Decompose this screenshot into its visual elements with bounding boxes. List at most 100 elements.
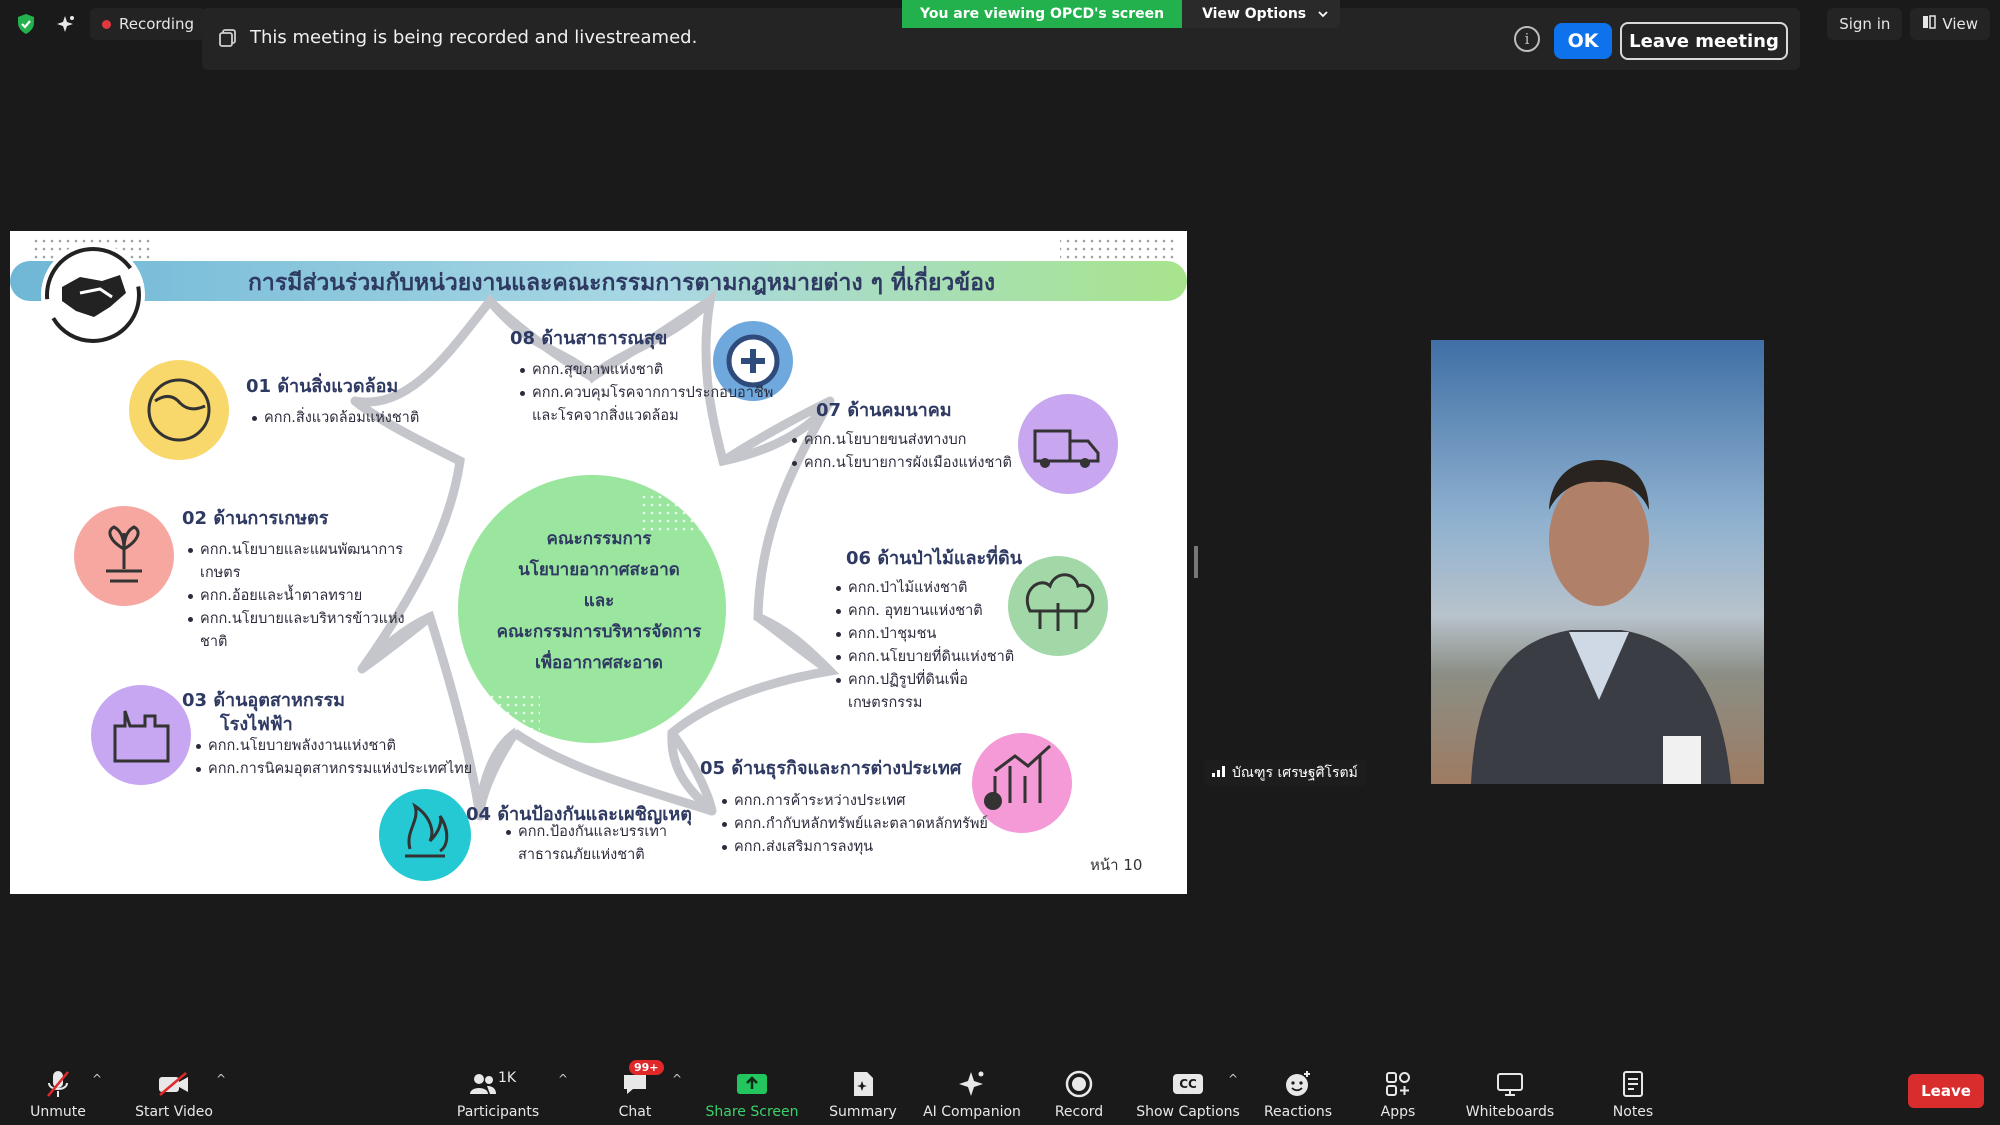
record-label: Record: [1054, 1104, 1104, 1120]
sign-in-button[interactable]: Sign in: [1827, 8, 1903, 40]
info-icon[interactable]: i: [1514, 26, 1540, 52]
captions-cc-icon: CC: [1173, 1068, 1203, 1100]
ai-companion-button[interactable]: AI Companion: [922, 1060, 1022, 1120]
chat-chevron-icon[interactable]: ^: [672, 1072, 682, 1086]
recording-indicator[interactable]: Recording: [90, 8, 207, 40]
banner-text: This meeting is being recorded and lives…: [250, 27, 698, 48]
apps-icon: [1385, 1068, 1411, 1100]
chat-label: Chat: [618, 1104, 652, 1120]
view-button[interactable]: View: [1910, 8, 1990, 40]
category-08-list: คกก.สุขภาพแห่งชาติ คกก.ควบคุมโรคจากการปร…: [520, 359, 790, 428]
mic-muted-icon: [45, 1068, 71, 1100]
reactions-label: Reactions: [1263, 1104, 1333, 1120]
top-left-controls: Recording: [10, 8, 207, 40]
category-02-title: 02 ด้านการเกษตร: [182, 508, 329, 529]
unmute-label: Unmute: [30, 1104, 86, 1120]
reactions-smiley-icon: [1284, 1068, 1312, 1100]
ok-button[interactable]: OK: [1554, 23, 1612, 59]
ai-companion-label: AI Companion: [923, 1104, 1021, 1120]
speaker-name: บัณฑูร เศรษฐศิโรตม์: [1232, 765, 1358, 781]
security-shield-icon[interactable]: [10, 8, 42, 40]
list-item: คกก.สุขภาพแห่งชาติ: [520, 359, 790, 382]
list-item: คกก.นโยบายขนส่งทางบก: [792, 429, 1012, 452]
chat-icon: 99+: [615, 1060, 664, 1100]
center-line: และ: [583, 591, 615, 611]
category-04-list: คกก.ป้องกันและบรรเทาสาธารณภัยแห่งชาติ: [506, 821, 686, 867]
show-captions-label: Show Captions: [1136, 1104, 1240, 1120]
whiteboard-icon: [1496, 1068, 1524, 1100]
category-02-list: คกก.นโยบายและแผนพัฒนาการเกษตร คกก.อ้อยแล…: [188, 539, 408, 654]
summary-button[interactable]: Summary: [828, 1060, 898, 1120]
show-captions-button[interactable]: CC Show Captions: [1136, 1060, 1240, 1120]
category-03-list: คกก.นโยบายพลังงานแห่งชาติ คกก.การนิคมอุต…: [196, 735, 472, 781]
video-off-icon: [157, 1068, 191, 1100]
panel-splitter-handle[interactable]: [1194, 546, 1198, 578]
whiteboards-button[interactable]: Whiteboards: [1466, 1060, 1554, 1120]
list-item: คกก.อ้อยและน้ำตาลทราย: [188, 585, 408, 608]
video-options-chevron-icon[interactable]: ^: [216, 1072, 226, 1086]
notes-button[interactable]: Notes: [1610, 1060, 1656, 1120]
list-item: คกก.ป่าไม้แห่งชาติ: [836, 577, 1036, 600]
center-line: คณะกรรมการ: [546, 529, 652, 549]
category-07-title: 07 ด้านคมนาคม: [816, 400, 952, 421]
leave-meeting-button[interactable]: Leave meeting: [1620, 22, 1788, 60]
reactions-button[interactable]: Reactions: [1264, 1060, 1332, 1120]
speaker-video-image: [1431, 340, 1764, 784]
list-item: คกก.การนิคมอุตสาหกรรมแห่งประเทศไทย: [196, 758, 472, 781]
chevron-down-icon: [1318, 6, 1328, 22]
record-icon: [1065, 1068, 1093, 1100]
participants-icon: 1K: [468, 1068, 528, 1100]
speaker-video-tile[interactable]: [1431, 340, 1764, 784]
participants-button[interactable]: 1K Participants: [456, 1060, 540, 1120]
summary-icon: [851, 1068, 875, 1100]
share-screen-button[interactable]: Share Screen: [706, 1060, 799, 1120]
list-item: คกก.ป้องกันและบรรเทาสาธารณภัยแห่งชาติ: [506, 821, 686, 867]
view-options-label: View Options: [1202, 6, 1307, 22]
record-button[interactable]: Record: [1054, 1060, 1104, 1120]
list-item: คกก.นโยบายที่ดินแห่งชาติ: [836, 646, 1036, 669]
view-label: View: [1942, 15, 1978, 33]
view-layout-icon: [1922, 15, 1937, 33]
copy-icon: [218, 28, 238, 52]
slide-page-number: หน้า 10: [1090, 856, 1143, 874]
leave-button[interactable]: Leave: [1908, 1074, 1984, 1108]
slide-title: การมีส่วนร่วมกับหน่วยงานและคณะกรรมการตาม…: [248, 270, 996, 296]
category-05-list: คกก.การค้าระหว่างประเทศ คกก.กำกับหลักทรั…: [722, 790, 988, 859]
center-line: คณะกรรมการบริหารจัดการ: [496, 622, 702, 642]
list-item: คกก.นโยบายและแผนพัฒนาการเกษตร: [188, 539, 408, 585]
category-01-title: 01 ด้านสิ่งแวดล้อม: [246, 376, 399, 397]
apps-button[interactable]: Apps: [1378, 1060, 1418, 1120]
unmute-button[interactable]: Unmute: [28, 1060, 88, 1120]
list-item: คกก. อุทยานแห่งชาติ: [836, 600, 1036, 623]
recording-dot-icon: [102, 19, 111, 29]
list-item: คกก.ควบคุมโรคจากการประกอบอาชีพและโรคจากส…: [520, 382, 790, 428]
view-options-button[interactable]: View Options: [1182, 0, 1341, 28]
category-01-list: คกก.สิ่งแวดล้อมแห่งชาติ: [252, 407, 419, 430]
chat-button[interactable]: 99+ Chat: [614, 1060, 664, 1120]
list-item: คกก.สิ่งแวดล้อมแห่งชาติ: [252, 407, 419, 430]
whiteboards-label: Whiteboards: [1465, 1104, 1555, 1120]
start-video-label: Start Video: [135, 1104, 213, 1120]
ai-sparkle-icon[interactable]: [50, 8, 82, 40]
share-screen-icon: [736, 1068, 768, 1100]
participants-chevron-icon[interactable]: ^: [558, 1072, 568, 1086]
captions-chevron-icon[interactable]: ^: [1228, 1072, 1238, 1086]
chat-unread-badge: 99+: [629, 1060, 664, 1075]
audio-options-chevron-icon[interactable]: ^: [92, 1072, 102, 1086]
summary-label: Summary: [829, 1104, 897, 1120]
list-item: คกก.นโยบายการผังเมืองแห่งชาติ: [792, 452, 1012, 475]
participants-label: Participants: [456, 1104, 540, 1120]
notes-label: Notes: [1612, 1104, 1654, 1120]
top-right-controls: Sign in View: [1827, 8, 1990, 40]
participants-count: 1K: [498, 1070, 517, 1086]
recording-label: Recording: [119, 15, 195, 33]
start-video-button[interactable]: Start Video: [134, 1060, 214, 1120]
category-07-list: คกก.นโยบายขนส่งทางบก คกก.นโยบายการผังเมื…: [792, 429, 1012, 475]
list-item: คกก.นโยบายพลังงานแห่งชาติ: [196, 735, 472, 758]
center-line: นโยบายอากาศสะอาด: [518, 560, 680, 580]
category-08-title: 08 ด้านสาธารณสุข: [510, 328, 668, 349]
speaker-name-tag: บัณฑูร เศรษฐศิโรตม์: [1204, 760, 1366, 786]
list-item: คกก.ส่งเสริมการลงทุน: [722, 836, 988, 859]
list-item: คกก.ปฏิรูปที่ดินเพื่อเกษตรกรรม: [836, 669, 1036, 715]
captions-icon-text: CC: [1173, 1074, 1203, 1094]
